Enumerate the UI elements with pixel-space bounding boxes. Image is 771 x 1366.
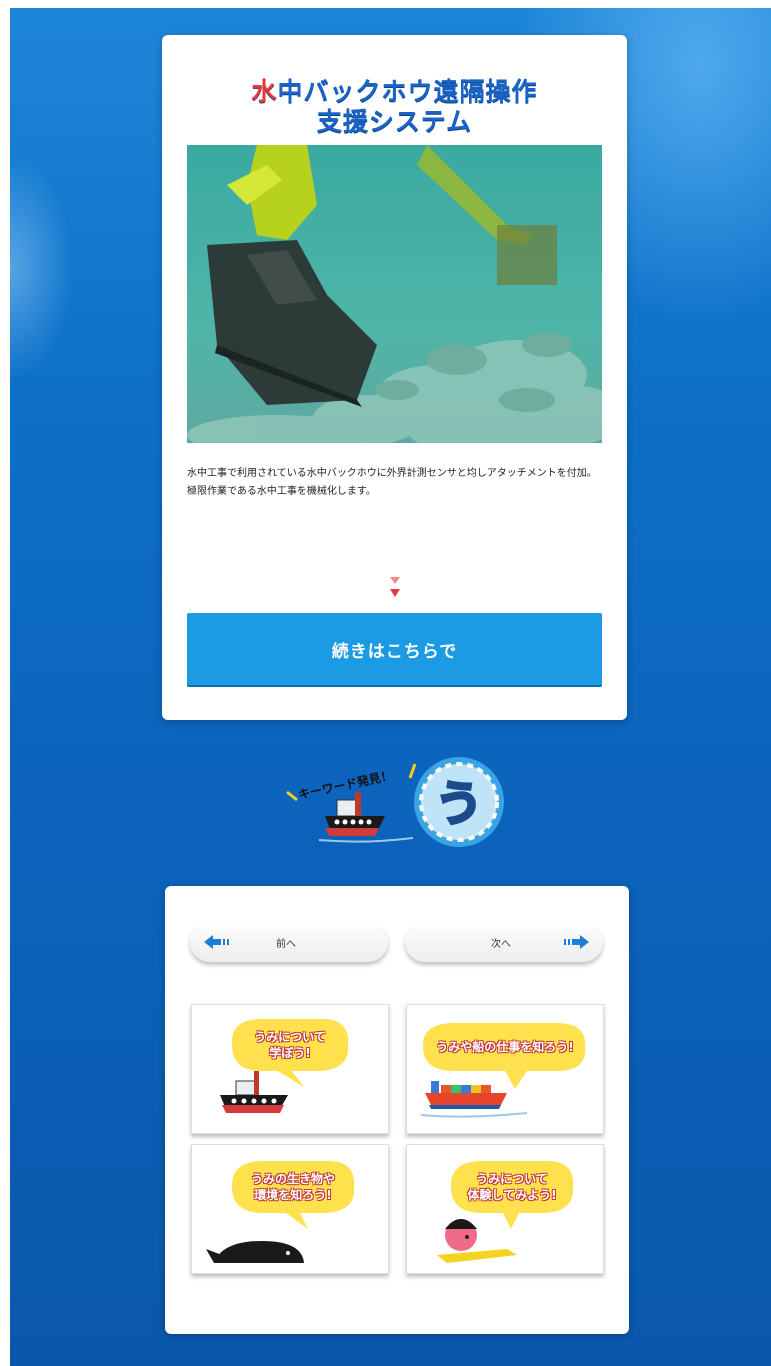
title-accent: 水	[251, 77, 278, 106]
page-title: 水中バックホウ遠隔操作 支援システム	[162, 77, 627, 137]
article-card: 水中バックホウ遠隔操作 支援システム 水中工事で利用されている水中バックホウに外…	[162, 35, 627, 720]
tile-sea-creatures[interactable]: うみの生き物や 環境を知ろう!	[191, 1144, 389, 1274]
tile-label: うみや船の仕事を知ろう!	[436, 1040, 574, 1054]
read-more-button[interactable]: 続きはこちらで	[187, 613, 602, 685]
diver-character-icon	[437, 1219, 517, 1263]
arrow-right-icon	[564, 935, 589, 949]
ship-icon	[318, 792, 414, 843]
underwater-excavator-photo	[187, 145, 602, 443]
whale-icon	[214, 1241, 304, 1263]
description-line: 極限作業である水中工事を機械化します。	[187, 486, 376, 497]
keyword-badge: キーワード発見！ う	[275, 752, 515, 852]
prev-label: 前へ	[276, 939, 296, 950]
description-line: 水中工事で利用されている水中バックホウに外界計測センサと均しアタッチメントを付加…	[187, 468, 597, 479]
keyword-letter-medallion: う	[414, 757, 504, 847]
tile-learn-sea[interactable]: うみについて 学ぼう!	[191, 1004, 389, 1134]
title-line1: 中バックホウ遠隔操作	[277, 77, 538, 106]
prev-button[interactable]: 前へ	[190, 922, 388, 962]
arrow-left-icon	[204, 935, 229, 949]
tile-label: うみについて 学ぼう!	[254, 1030, 326, 1060]
keyword-letter: う	[435, 776, 483, 832]
navigation-card: 前へ 次へ うみについて 学ぼう! うみや船の仕事を知ろう! うみの生き物や 環…	[165, 886, 629, 1334]
next-button[interactable]: 次へ	[405, 922, 603, 962]
tile-experience-sea[interactable]: うみについて 体験してみよう!	[406, 1144, 604, 1274]
speech-bubble-icon	[423, 1023, 586, 1089]
tile-label: うみについて 体験してみよう!	[467, 1172, 557, 1202]
article-description: 水中工事で利用されている水中バックホウに外界計測センサと均しアタッチメントを付加…	[187, 465, 602, 501]
down-arrows-icon	[387, 575, 403, 601]
tile-label: うみの生き物や 環境を知ろう!	[250, 1172, 335, 1202]
keyword-label: キーワード発見！	[297, 767, 394, 802]
tile-sea-ship-jobs[interactable]: うみや船の仕事を知ろう!	[406, 1004, 604, 1134]
title-line2: 支援システム	[316, 107, 473, 136]
next-label: 次へ	[491, 939, 511, 950]
